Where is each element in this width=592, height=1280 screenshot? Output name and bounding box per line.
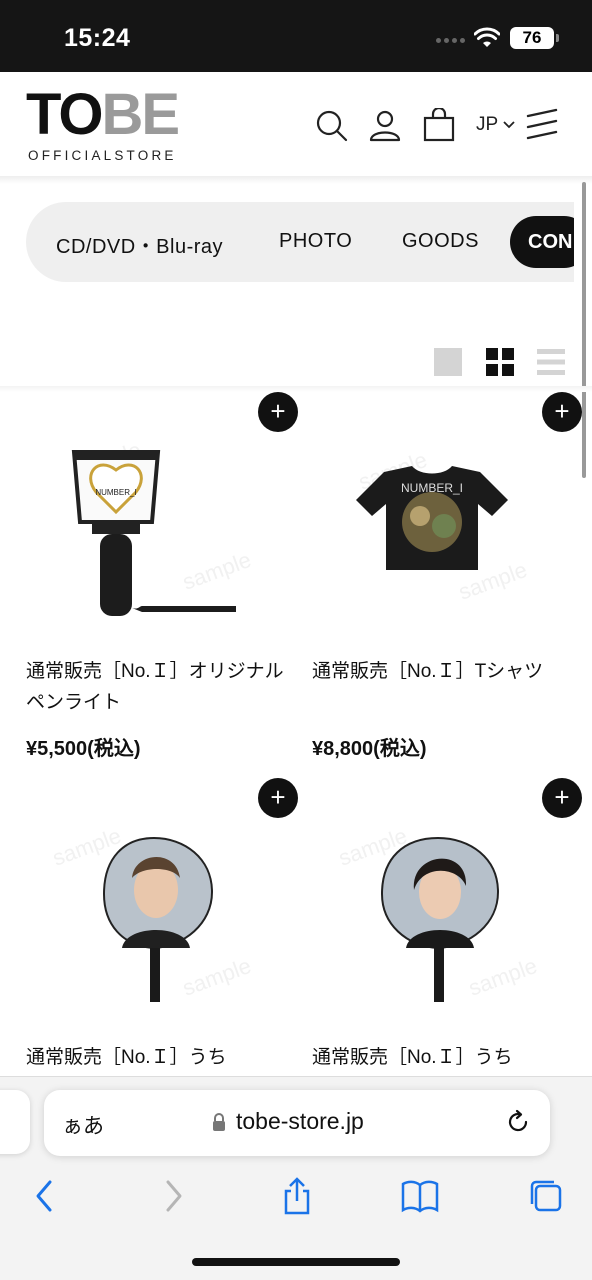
url-text[interactable]: tobe-store.jp: [236, 1108, 364, 1135]
reload-icon[interactable]: [504, 1108, 532, 1136]
page-scrollbar[interactable]: [582, 182, 586, 478]
menu-icon[interactable]: [524, 108, 560, 142]
product-image-tshirt[interactable]: sample sample NUMBER_I: [302, 400, 572, 640]
product-price: ¥8,800(税込): [312, 738, 427, 760]
status-time: 15:24: [64, 24, 131, 52]
category-goods[interactable]: GOODS: [402, 230, 479, 253]
home-indicator[interactable]: [192, 1258, 400, 1266]
grid-top-divider: [0, 386, 592, 392]
shirt-print-text: NUMBER_I: [401, 481, 463, 495]
header-divider: [0, 176, 592, 184]
forward-icon[interactable]: [156, 1176, 190, 1216]
single-view-icon[interactable]: [434, 348, 462, 376]
bookmarks-icon[interactable]: [400, 1176, 440, 1216]
chevron-down-icon: [503, 121, 515, 129]
logo-text-be: BE: [101, 82, 181, 147]
store-logo[interactable]: TOBE OFFICIALSTORE: [26, 86, 196, 166]
add-to-cart-button[interactable]: +: [258, 778, 298, 818]
product-image-penlight[interactable]: sample sample NUMBER_I: [16, 400, 286, 640]
account-icon[interactable]: [368, 108, 402, 142]
status-bar: 15:24 76: [0, 0, 592, 72]
product-title[interactable]: 通常販売［No.Ｉ］Tシャツ: [312, 656, 572, 687]
product-image-uchiwa[interactable]: sample sample: [302, 786, 572, 1026]
category-cd-dvd[interactable]: CD/DVD・Blu-ray: [56, 230, 223, 259]
watermark-text: sample: [179, 953, 254, 1001]
language-label: JP: [476, 114, 498, 135]
language-selector[interactable]: JP: [476, 114, 515, 136]
share-icon[interactable]: [280, 1176, 314, 1216]
cellular-signal-icon: [436, 38, 466, 44]
back-icon[interactable]: [28, 1176, 62, 1216]
cart-icon[interactable]: [422, 108, 456, 142]
product-title[interactable]: 通常販売［No.Ｉ］うち: [312, 1042, 572, 1073]
category-bar[interactable]: CD/DVD・Blu-ray PHOTO GOODS CON: [26, 202, 574, 282]
category-concert-active[interactable]: CON: [510, 216, 574, 268]
search-icon[interactable]: [314, 108, 348, 142]
product-image-uchiwa[interactable]: sample sample: [16, 786, 286, 1026]
add-to-cart-button[interactable]: +: [542, 392, 582, 432]
wifi-icon: [474, 27, 500, 47]
add-to-cart-button[interactable]: +: [542, 778, 582, 818]
logo-text-to: TO: [26, 82, 103, 147]
logo-subtitle: OFFICIALSTORE: [28, 148, 177, 163]
category-photo[interactable]: PHOTO: [279, 230, 352, 253]
watermark-text: sample: [179, 547, 254, 595]
previous-tab-preview[interactable]: [0, 1090, 30, 1154]
product-title[interactable]: 通常販売［No.Ｉ］オリジナルペンライト: [26, 656, 286, 718]
tabs-icon[interactable]: [526, 1176, 566, 1216]
site-header: TOBE OFFICIALSTORE JP: [0, 72, 592, 180]
product-price: ¥5,500(税込): [26, 738, 141, 760]
list-view-icon[interactable]: [537, 348, 565, 376]
grid-view-icon[interactable]: [486, 348, 514, 376]
address-bar[interactable]: ぁあ tobe-store.jp: [44, 1090, 550, 1156]
battery-indicator: 76: [510, 27, 559, 49]
watermark-text: sample: [465, 953, 540, 1001]
lock-icon: [213, 1113, 225, 1131]
product-title[interactable]: 通常販売［No.Ｉ］うち: [26, 1042, 286, 1073]
add-to-cart-button[interactable]: +: [258, 392, 298, 432]
text-size-button[interactable]: ぁあ: [62, 1110, 104, 1140]
penlight-label: NUMBER_I: [95, 488, 136, 497]
